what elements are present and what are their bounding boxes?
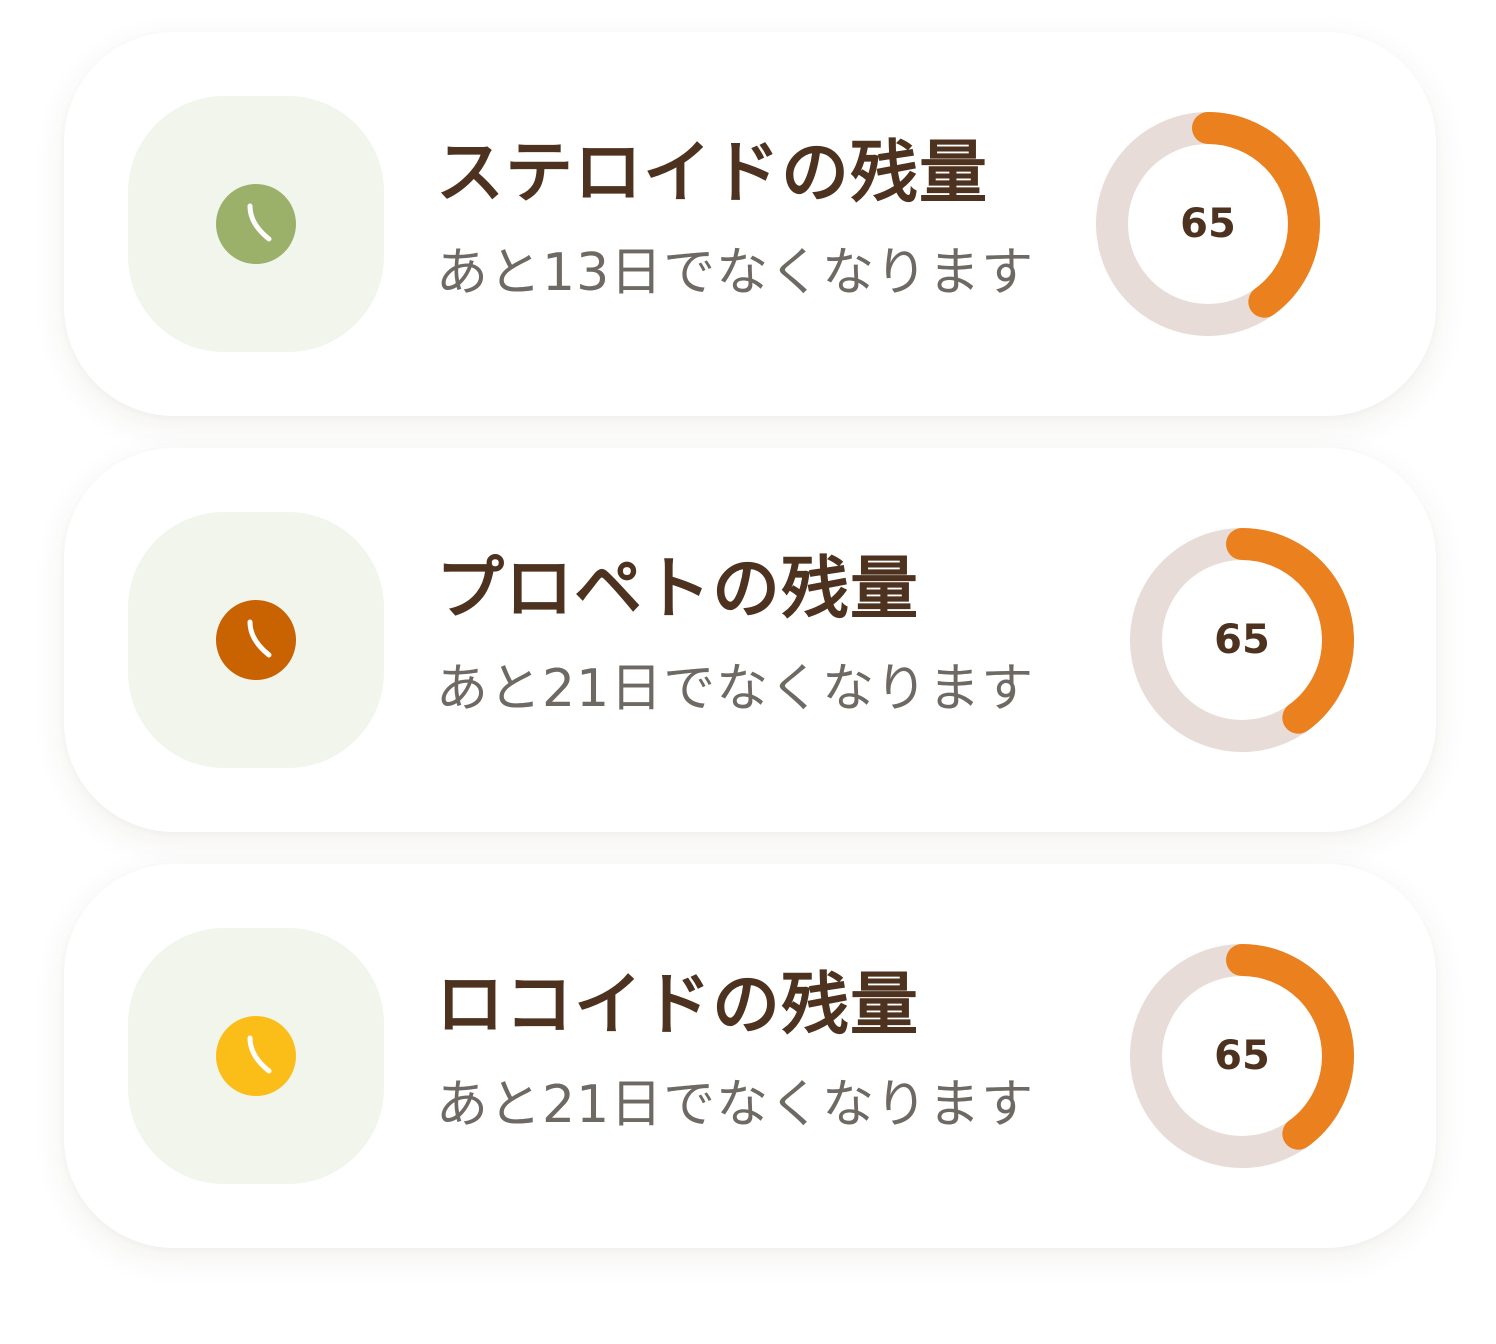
icon-tile (128, 96, 384, 352)
text-block: ロコイドの残量 あと21日でなくなります (436, 960, 1076, 1140)
days-remaining-text: あと21日でなくなります (436, 659, 1035, 719)
days-remaining-text: あと21日でなくなります (436, 1075, 1035, 1135)
clock-icon (216, 1016, 296, 1096)
medicine-card-propeto[interactable]: プロペトの残量 あと21日でなくなります 65 (64, 448, 1436, 832)
gauge-value: 65 (1214, 1033, 1270, 1079)
text-block: プロペトの残量 あと21日でなくなります (436, 544, 1076, 724)
medicine-card-steroid[interactable]: ステロイドの残量 あと13日でなくなります 65 (64, 32, 1436, 416)
icon-tile (128, 512, 384, 768)
text-block: ステロイドの残量 あと13日でなくなります (436, 128, 1076, 308)
icon-tile (128, 928, 384, 1184)
gauge-value: 65 (1214, 617, 1270, 663)
remaining-gauge: 65 (1130, 944, 1354, 1168)
clock-icon (216, 600, 296, 680)
medicine-title: ロコイドの残量 (436, 966, 920, 1045)
medicine-card-locoid[interactable]: ロコイドの残量 あと21日でなくなります 65 (64, 864, 1436, 1248)
medicine-stock-list: ステロイドの残量 あと13日でなくなります 65 プロペトの残量 あと21日でな… (0, 0, 1496, 1344)
medicine-title: ステロイドの残量 (436, 134, 989, 213)
gauge-value: 65 (1180, 201, 1236, 247)
days-remaining-text: あと13日でなくなります (436, 243, 1035, 303)
clock-icon (216, 184, 296, 264)
medicine-title: プロペトの残量 (436, 550, 920, 629)
remaining-gauge: 65 (1096, 112, 1320, 336)
remaining-gauge: 65 (1130, 528, 1354, 752)
